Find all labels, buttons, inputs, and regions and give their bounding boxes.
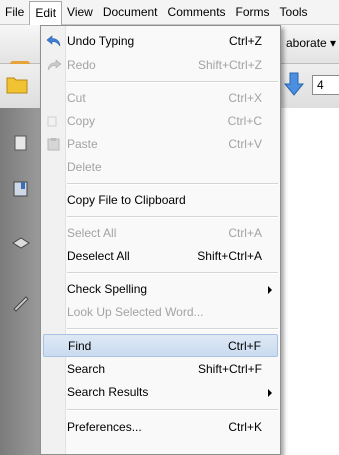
menu-item-shortcut: Ctrl+K (228, 420, 262, 434)
menu-tools[interactable]: Tools (275, 1, 313, 23)
menu-item-look-up-selected-word[interactable]: Look Up Selected Word... (43, 301, 278, 324)
menu-item-search[interactable]: Search Shift+Ctrl+F (43, 358, 278, 381)
menu-item-label: Select All (67, 226, 117, 240)
menu-separator (67, 216, 278, 218)
copy-icon (47, 116, 57, 127)
menu-item-shortcut: Ctrl+V (228, 137, 262, 151)
menu-separator (67, 272, 278, 274)
menu-item-label: Find (68, 339, 92, 353)
menu-item-redo[interactable]: Redo Shift+Ctrl+Z (43, 54, 278, 77)
menu-item-label: Check Spelling (67, 282, 148, 296)
menu-item-shortcut: Ctrl+F (228, 339, 261, 353)
menu-item-select-all[interactable]: Select All Ctrl+A (43, 222, 278, 245)
menu-item-label: Search Results (67, 385, 149, 399)
signatures-icon[interactable] (12, 294, 30, 312)
menu-item-label: Look Up Selected Word... (67, 305, 204, 319)
submenu-arrow-icon (268, 286, 272, 294)
menu-item-deselect-all[interactable]: Deselect All Shift+Ctrl+A (43, 245, 278, 268)
menu-item-label: Deselect All (67, 249, 130, 263)
menu-item-label: Delete (67, 160, 102, 174)
bookmarks-icon[interactable] (12, 180, 30, 198)
redo-icon (47, 59, 62, 71)
menu-forms[interactable]: Forms (231, 1, 275, 23)
menu-item-label: Copy File to Clipboard (67, 193, 186, 207)
menu-item-label: Preferences... (67, 420, 142, 434)
menu-item-copy[interactable]: Copy Ctrl+C (43, 110, 278, 133)
menu-item-delete[interactable]: Delete (43, 156, 278, 179)
menu-item-shortcut: Ctrl+Z (229, 34, 262, 48)
menu-item-label: Redo (67, 58, 96, 72)
menu-item-label: Undo Typing (67, 34, 135, 48)
layers-icon[interactable] (12, 236, 30, 254)
menu-item-undo[interactable]: Undo Typing Ctrl+Z (43, 30, 278, 53)
menu-item-shortcut: Ctrl+X (228, 91, 262, 105)
menu-item-shortcut: Ctrl+C (227, 114, 262, 128)
menu-item-label: Search (67, 362, 106, 376)
paste-icon (47, 138, 60, 151)
menu-separator (67, 328, 278, 330)
app-window: File Edit View Document Comments Forms T… (0, 0, 339, 455)
menu-document[interactable]: Document (98, 1, 163, 23)
menu-separator (67, 409, 278, 411)
menu-edit[interactable]: Edit (29, 1, 63, 25)
menu-separator (67, 81, 278, 83)
menu-item-preferences[interactable]: Preferences... Ctrl+K (43, 416, 278, 439)
menu-item-shortcut: Shift+Ctrl+Z (197, 58, 262, 72)
menu-item-label: Copy (67, 114, 96, 128)
menu-view[interactable]: View (62, 1, 98, 23)
menu-comments[interactable]: Comments (163, 1, 231, 23)
next-page-icon[interactable] (283, 71, 305, 97)
menu-file[interactable]: File (0, 1, 29, 23)
menu-item-paste[interactable]: Paste Ctrl+V (43, 133, 278, 156)
navigation-pane (0, 108, 40, 455)
menu-item-find[interactable]: Find Ctrl+F (43, 334, 278, 357)
menu-item-search-results[interactable]: Search Results (43, 381, 278, 404)
page-number-input[interactable]: 4 (312, 75, 339, 95)
menu-item-shortcut: Shift+Ctrl+A (197, 249, 262, 263)
pages-icon[interactable] (12, 134, 30, 152)
menu-item-shortcut: Shift+Ctrl+F (197, 362, 262, 376)
submenu-arrow-icon (268, 389, 272, 397)
edit-menu-dropdown: Undo Typing Ctrl+Z Redo Shift+Ctrl+Z Cut… (40, 25, 281, 455)
menu-item-shortcut: Ctrl+A (228, 226, 262, 240)
undo-icon (46, 35, 61, 47)
collaborate-button[interactable]: aborate ▾ (286, 36, 336, 50)
menu-item-cut[interactable]: Cut Ctrl+X (43, 87, 278, 110)
folder-icon[interactable] (6, 74, 28, 94)
menu-item-check-spelling[interactable]: Check Spelling (43, 278, 278, 301)
menu-item-label: Cut (67, 91, 86, 105)
menu-item-label: Paste (67, 137, 98, 151)
menu-item-copy-file-to-clipboard[interactable]: Copy File to Clipboard (43, 189, 278, 212)
menu-bar: File Edit View Document Comments Forms T… (0, 0, 339, 25)
menu-separator (67, 183, 278, 185)
